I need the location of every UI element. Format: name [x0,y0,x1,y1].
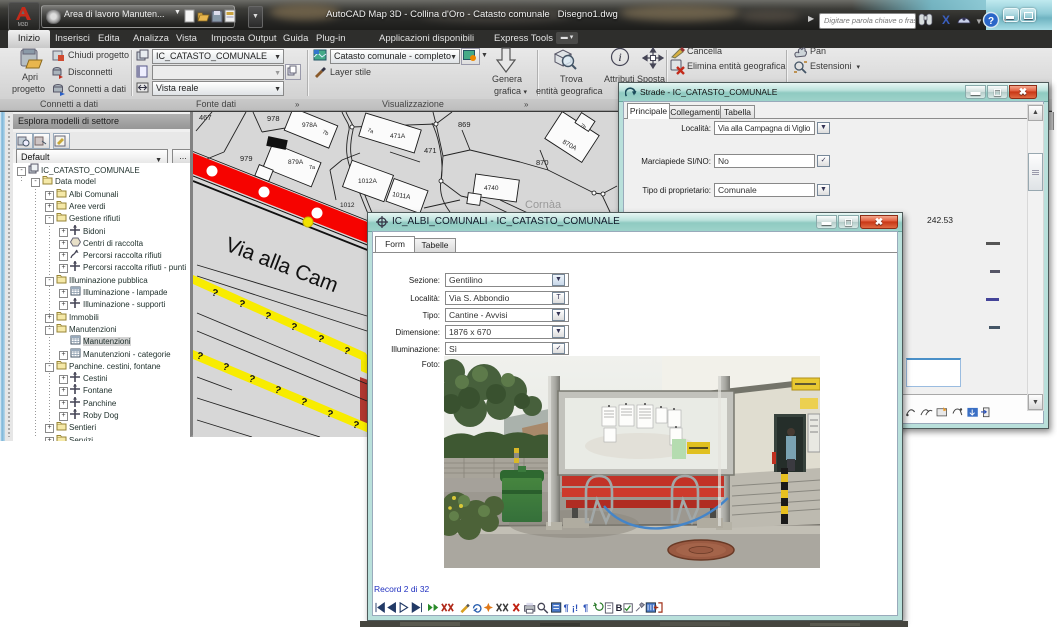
svg-text:879A: 879A [288,159,304,166]
svg-text:978A: 978A [302,122,318,129]
svg-text:?: ? [988,16,994,27]
svg-text:X: X [942,13,950,27]
svg-text:i: i [618,50,621,64]
svg-text:4740: 4740 [484,185,499,192]
svg-text:870: 870 [536,158,549,167]
svg-text:¶: ¶ [564,603,569,613]
svg-text:M3D: M3D [18,22,29,28]
svg-text:7a: 7a [309,165,316,171]
svg-text:¶: ¶ [583,603,588,613]
svg-text:467: 467 [199,113,212,122]
svg-text:979: 979 [240,154,253,163]
svg-text:1012A: 1012A [358,178,377,185]
svg-text:¡!: ¡! [572,603,578,613]
svg-text:978: 978 [267,114,280,123]
svg-text:471A: 471A [390,133,406,140]
svg-text:B: B [616,603,623,613]
svg-text:869: 869 [458,120,471,129]
svg-text:Cornàa: Cornàa [525,199,562,211]
svg-text:471: 471 [424,146,437,155]
svg-text:▼: ▼ [975,17,983,26]
svg-text:1012: 1012 [340,202,355,209]
